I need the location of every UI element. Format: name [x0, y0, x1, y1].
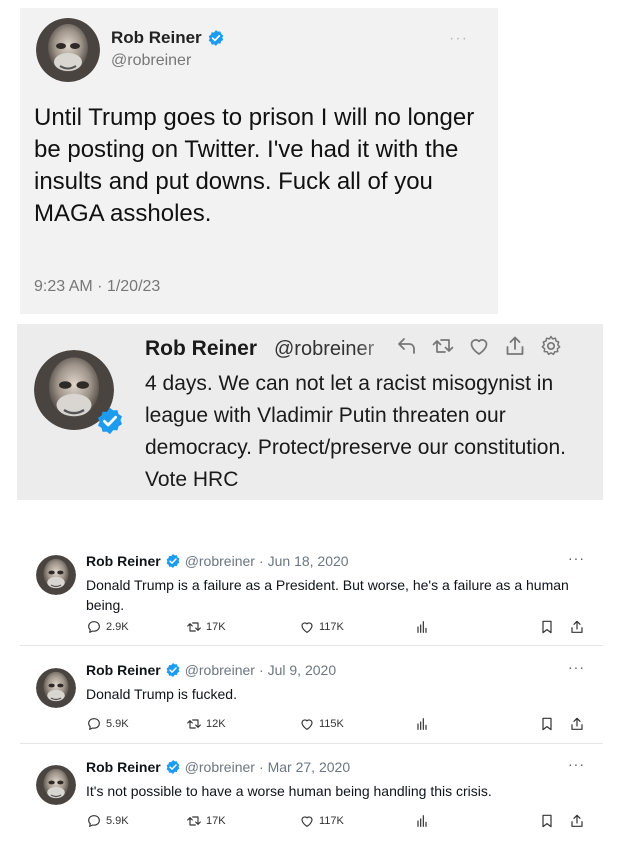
like-icon — [299, 813, 315, 829]
more-options-icon[interactable]: ··· — [449, 30, 468, 48]
retweet-button[interactable]: 17K — [186, 813, 299, 829]
separator-dot: · — [258, 759, 264, 775]
author-handle[interactable]: @robreiner — [111, 52, 191, 70]
bookmark-icon[interactable] — [539, 619, 555, 635]
author-name[interactable]: Rob Reiner — [86, 662, 161, 678]
retweet-count: 12K — [206, 718, 226, 730]
views-button[interactable] — [414, 813, 526, 829]
verified-badge-icon — [95, 406, 125, 436]
author-name[interactable]: Rob Reiner — [145, 337, 257, 361]
tweet-item[interactable]: Rob Reiner @robreiner · Jun 18, 2020 ···… — [20, 535, 603, 631]
like-button[interactable]: 117K — [299, 619, 414, 635]
more-options-icon[interactable]: ··· — [568, 659, 585, 675]
avatar[interactable] — [36, 668, 76, 708]
share-icon[interactable] — [503, 334, 527, 358]
views-button[interactable] — [414, 716, 526, 732]
tweet-item[interactable]: Rob Reiner @robreiner · Jul 9, 2020 ··· … — [20, 648, 603, 744]
avatar[interactable] — [36, 555, 76, 595]
tweet-text: Donald Trump is a failure as a President… — [86, 577, 569, 613]
reply-icon — [86, 619, 102, 635]
retweet-icon[interactable] — [431, 334, 455, 358]
tweet-text: Until Trump goes to prison I will no lon… — [34, 104, 475, 227]
tweet-date[interactable]: Mar 27, 2020 — [268, 759, 351, 775]
retweet-button[interactable]: 12K — [186, 716, 299, 732]
tweet-timestamp[interactable]: 9:23 AM · 1/20/23 — [34, 278, 160, 296]
verified-badge-icon — [165, 662, 181, 678]
tweet-header: Rob Reiner @robreiner · Jul 9, 2020 — [86, 662, 336, 678]
action-bar: 5.9K 12K 115K — [86, 715, 585, 733]
reply-count: 5.9K — [106, 815, 129, 827]
more-options-icon[interactable]: ··· — [568, 550, 585, 566]
author-handle[interactable]: @robreiner — [185, 759, 255, 775]
verified-badge-icon — [165, 759, 181, 775]
tweet-text: It's not possible to have a worse human … — [86, 783, 492, 799]
bookmark-icon[interactable] — [539, 813, 555, 829]
author-handle[interactable]: @robreiner — [185, 553, 255, 569]
tweet-text: 4 days. We can not let a racist misogyni… — [145, 372, 566, 491]
like-icon — [299, 619, 315, 635]
like-icon[interactable] — [467, 334, 491, 358]
like-icon — [299, 716, 315, 732]
reply-count: 2.9K — [106, 621, 129, 633]
separator-dot: · — [258, 553, 264, 569]
retweet-icon — [186, 813, 202, 829]
reply-count: 5.9K — [106, 718, 129, 730]
tweet-card-old: Rob Reiner @robreiner 4 days. We can not… — [17, 324, 603, 500]
avatar[interactable] — [36, 18, 100, 82]
reply-button[interactable]: 5.9K — [86, 813, 186, 829]
reply-button[interactable]: 5.9K — [86, 716, 186, 732]
stats-icon — [414, 619, 430, 635]
more-options-icon[interactable]: ··· — [568, 756, 585, 772]
tweet-item[interactable]: Rob Reiner @robreiner · Mar 27, 2020 ···… — [20, 745, 603, 841]
tweet-header: Rob Reiner @robreiner · Mar 27, 2020 — [86, 759, 350, 775]
like-button[interactable]: 115K — [299, 716, 414, 732]
retweet-icon — [186, 619, 202, 635]
author-name-row[interactable]: Rob Reiner — [111, 28, 225, 48]
like-count: 117K — [319, 815, 344, 827]
tweet-extra-actions — [539, 716, 585, 732]
verified-badge-icon — [207, 29, 225, 47]
action-bar: 5.9K 17K 117K — [86, 812, 585, 830]
gear-icon[interactable] — [539, 334, 563, 358]
views-button[interactable] — [414, 619, 526, 635]
reply-icon — [86, 813, 102, 829]
tweet-extra-actions — [539, 619, 585, 635]
verified-badge-icon — [165, 553, 181, 569]
tweet-header: Rob Reiner @robreiner · Jun 18, 2020 — [86, 553, 349, 569]
tweet-actions — [395, 334, 563, 358]
divider — [20, 645, 603, 646]
author-handle[interactable]: @robreiner — [274, 338, 397, 361]
retweet-icon — [186, 716, 202, 732]
share-icon[interactable] — [569, 619, 585, 635]
stats-icon — [414, 813, 430, 829]
retweet-button[interactable]: 17K — [186, 619, 299, 635]
tweet-card-top: Rob Reiner @robreiner ··· Until Trump go… — [20, 8, 498, 314]
like-count: 117K — [319, 621, 344, 633]
author-name[interactable]: Rob Reiner — [86, 553, 161, 569]
share-icon[interactable] — [569, 716, 585, 732]
action-bar: 2.9K 17K 117K — [86, 618, 585, 636]
divider — [20, 743, 603, 744]
bookmark-icon[interactable] — [539, 716, 555, 732]
separator-dot: · — [258, 662, 264, 678]
tweet-date[interactable]: Jun 18, 2020 — [268, 553, 349, 569]
like-button[interactable]: 117K — [299, 813, 414, 829]
reply-icon[interactable] — [395, 334, 419, 358]
stats-icon — [414, 716, 430, 732]
share-icon[interactable] — [569, 813, 585, 829]
reply-button[interactable]: 2.9K — [86, 619, 186, 635]
like-count: 115K — [319, 718, 344, 730]
avatar[interactable] — [36, 765, 76, 805]
tweet-text: Donald Trump is fucked. — [86, 686, 237, 702]
author-handle[interactable]: @robreiner — [185, 662, 255, 678]
author-name[interactable]: Rob Reiner — [111, 28, 202, 48]
reply-icon — [86, 716, 102, 732]
tweet-date[interactable]: Jul 9, 2020 — [268, 662, 337, 678]
tweet-extra-actions — [539, 813, 585, 829]
author-name[interactable]: Rob Reiner — [86, 759, 161, 775]
retweet-count: 17K — [206, 815, 226, 827]
retweet-count: 17K — [206, 621, 226, 633]
